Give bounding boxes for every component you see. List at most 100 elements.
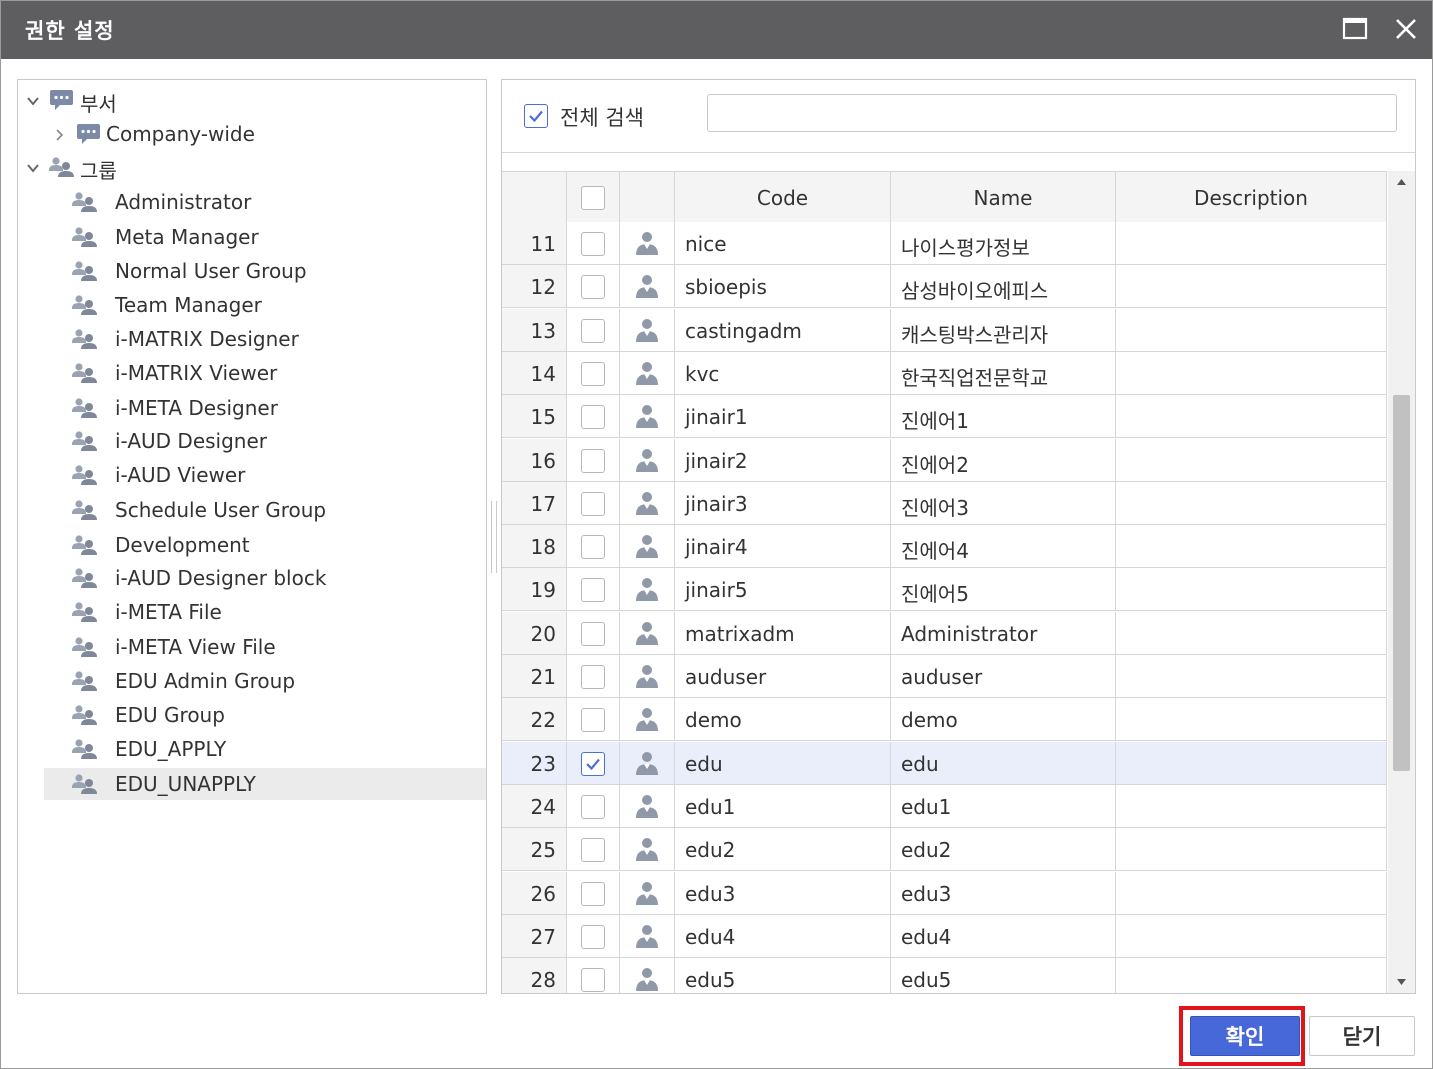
table-row[interactable]: 19 jinair5 진에어5 bbox=[502, 568, 1387, 612]
code-text: edu4 bbox=[685, 924, 736, 949]
row-checkbox[interactable] bbox=[581, 232, 605, 256]
row-icon-cell bbox=[620, 351, 675, 394]
table-row[interactable]: 22 demo demo bbox=[502, 698, 1387, 742]
row-checkbox[interactable] bbox=[581, 751, 605, 776]
table-row[interactable]: 26 edu3 edu3 bbox=[502, 871, 1387, 915]
header-code[interactable]: Code bbox=[675, 172, 891, 223]
table-row[interactable]: 14 kvc 한국직업전문학교 bbox=[502, 351, 1387, 395]
tree-node-team-manager[interactable]: Team Manager bbox=[18, 289, 486, 321]
description-cell bbox=[1116, 698, 1387, 741]
chevron-down-icon[interactable] bbox=[26, 93, 40, 107]
tree-node-i-matrix-designer[interactable]: i-MATRIX Designer bbox=[18, 323, 486, 355]
tree-node-i-meta-file[interactable]: i-META File bbox=[18, 596, 486, 628]
tree-node-그룹[interactable]: 그룹 bbox=[18, 151, 486, 183]
table-row[interactable]: 21 auduser auduser bbox=[502, 655, 1387, 698]
row-checkbox[interactable] bbox=[581, 881, 605, 906]
tree-node-company-wide[interactable]: Company-wide bbox=[18, 118, 486, 150]
row-number-cell: 27 bbox=[502, 914, 567, 957]
name-cell: 한국직업전문학교 bbox=[891, 351, 1116, 394]
row-checkbox[interactable] bbox=[581, 924, 605, 949]
tree-node-i-aud-designer[interactable]: i-AUD Designer bbox=[18, 425, 486, 457]
row-icon-cell bbox=[620, 611, 675, 654]
table-row[interactable]: 17 jinair3 진에어3 bbox=[502, 481, 1387, 525]
scroll-up-icon[interactable] bbox=[1388, 171, 1415, 193]
code-text: edu2 bbox=[685, 838, 736, 863]
code-text: castingadm bbox=[685, 318, 802, 343]
tree-node-i-meta-view-file[interactable]: i-META View File bbox=[18, 631, 486, 663]
group-icon bbox=[71, 669, 99, 693]
header-description[interactable]: Description bbox=[1116, 172, 1387, 223]
grid-scrollbar[interactable] bbox=[1388, 171, 1415, 993]
tree-node-부서[interactable]: 부서 bbox=[18, 84, 486, 116]
select-all-checkbox[interactable] bbox=[581, 186, 605, 210]
row-checkbox[interactable] bbox=[581, 665, 605, 689]
tree-node-edu-admin-group[interactable]: EDU Admin Group bbox=[18, 665, 486, 697]
table-row[interactable]: 18 jinair4 진에어4 bbox=[502, 525, 1387, 569]
confirm-button[interactable]: 확인 bbox=[1190, 1016, 1300, 1056]
table-row[interactable]: 27 edu4 edu4 bbox=[502, 914, 1387, 958]
scroll-down-icon[interactable] bbox=[1388, 971, 1415, 993]
tree-node-i-aud-designer-block[interactable]: i-AUD Designer block bbox=[18, 562, 486, 594]
scrollbar-thumb[interactable] bbox=[1393, 395, 1410, 771]
row-icon-cell bbox=[620, 741, 675, 784]
row-checkbox[interactable] bbox=[581, 448, 605, 473]
grid-spacer bbox=[502, 153, 1415, 171]
row-checkbox[interactable] bbox=[581, 708, 605, 733]
tree-node-label: Meta Manager bbox=[115, 225, 259, 249]
row-checkbox[interactable] bbox=[581, 491, 605, 516]
row-checkbox[interactable] bbox=[581, 405, 605, 430]
tree-node-i-aud-viewer[interactable]: i-AUD Viewer bbox=[18, 459, 486, 491]
row-checkbox[interactable] bbox=[581, 838, 605, 863]
table-row[interactable]: 23 edu edu bbox=[502, 741, 1387, 785]
row-number: 28 bbox=[530, 968, 556, 993]
tree-node-meta-manager[interactable]: Meta Manager bbox=[18, 221, 486, 253]
name-cell: 나이스평가정보 bbox=[891, 222, 1116, 264]
table-row[interactable]: 20 matrixadm Administrator bbox=[502, 611, 1387, 655]
row-checkbox[interactable] bbox=[581, 578, 605, 603]
row-checkbox[interactable] bbox=[581, 535, 605, 560]
description-cell bbox=[1116, 784, 1387, 827]
table-row[interactable]: 25 edu2 edu2 bbox=[502, 828, 1387, 872]
code-cell: nice bbox=[675, 222, 891, 264]
tree-node-development[interactable]: Development bbox=[18, 529, 486, 561]
tree-node-schedule-user-group[interactable]: Schedule User Group bbox=[18, 494, 486, 526]
row-icon-cell bbox=[620, 395, 675, 438]
name-text: 한국직업전문학교 bbox=[901, 365, 1049, 390]
panel-splitter[interactable] bbox=[491, 501, 497, 573]
tree-node-label: Team Manager bbox=[115, 293, 262, 317]
close-button[interactable]: 닫기 bbox=[1309, 1016, 1415, 1056]
tree-node-label: EDU Admin Group bbox=[115, 669, 296, 693]
row-checkbox[interactable] bbox=[581, 361, 605, 386]
row-checkbox[interactable] bbox=[581, 794, 605, 819]
chevron-right-icon[interactable] bbox=[52, 127, 66, 141]
tree-node-administrator[interactable]: Administrator bbox=[18, 186, 486, 218]
header-name[interactable]: Name bbox=[891, 172, 1116, 223]
row-checkbox[interactable] bbox=[581, 318, 605, 343]
tree-node-i-meta-designer[interactable]: i-META Designer bbox=[18, 392, 486, 424]
tree-node-edu-unapply[interactable]: EDU_UNAPPLY bbox=[18, 768, 486, 800]
tree-node-edu-group[interactable]: EDU Group bbox=[18, 699, 486, 731]
table-row[interactable]: 24 edu1 edu1 bbox=[502, 784, 1387, 828]
row-number: 25 bbox=[530, 838, 556, 863]
row-checkbox[interactable] bbox=[581, 275, 605, 300]
table-row[interactable]: 12 sbioepis 삼성바이오에피스 bbox=[502, 265, 1387, 309]
table-row[interactable]: 15 jinair1 진에어1 bbox=[502, 395, 1387, 439]
table-row[interactable]: 28 edu5 edu5 bbox=[502, 958, 1387, 993]
row-checkbox[interactable] bbox=[581, 621, 605, 646]
table-row[interactable]: 13 castingadm 캐스팅박스관리자 bbox=[502, 308, 1387, 352]
tree-node-label: 그룹 bbox=[80, 159, 117, 183]
tree-node-edu-apply[interactable]: EDU_APPLY bbox=[18, 733, 486, 765]
table-row[interactable]: 11 nice 나이스평가정보 bbox=[502, 222, 1387, 265]
name-cell: edu3 bbox=[891, 871, 1116, 914]
tree-node-i-matrix-viewer[interactable]: i-MATRIX Viewer bbox=[18, 357, 486, 389]
close-icon[interactable] bbox=[1392, 15, 1420, 43]
maximize-icon[interactable] bbox=[1341, 15, 1369, 43]
search-input[interactable] bbox=[707, 94, 1397, 132]
description-cell bbox=[1116, 438, 1387, 481]
chevron-down-icon[interactable] bbox=[26, 160, 40, 174]
tree-node-normal-user-group[interactable]: Normal User Group bbox=[18, 255, 486, 287]
row-number-cell: 22 bbox=[502, 698, 567, 741]
table-row[interactable]: 16 jinair2 진에어2 bbox=[502, 438, 1387, 482]
search-all-checkbox[interactable] bbox=[524, 104, 548, 128]
row-checkbox[interactable] bbox=[581, 968, 605, 993]
